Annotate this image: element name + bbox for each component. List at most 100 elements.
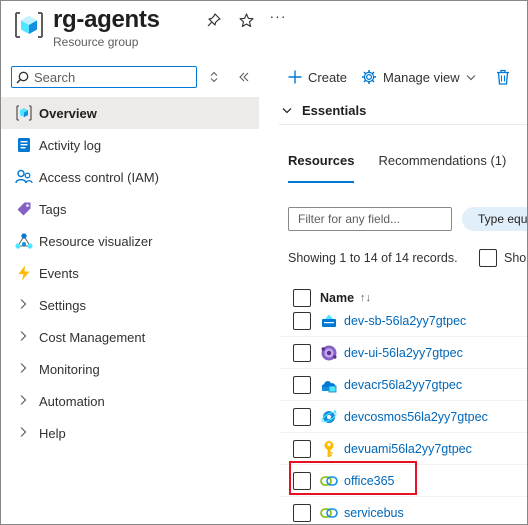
sidebar-item-label: Cost Management: [39, 329, 146, 345]
resource-link[interactable]: dev-ui-56la2yy7gtpec: [344, 346, 463, 360]
sidebar-item-label: Access control (IAM): [39, 169, 159, 185]
overview-icon: [15, 104, 33, 122]
table-row[interactable]: devacr56la2yy7gtpec: [279, 369, 527, 401]
sidebar-search[interactable]: [11, 66, 197, 88]
blade-header: rg-agents Resource group ···: [1, 1, 527, 57]
sort-toggle-icon[interactable]: [206, 69, 222, 85]
sidebar-item-label: Activity log: [39, 137, 102, 153]
chevron-right-icon: [19, 298, 29, 313]
pin-icon[interactable]: [205, 11, 223, 29]
resource-link[interactable]: dev-sb-56la2yy7gtpec: [344, 314, 466, 328]
activity-log-icon: [15, 136, 33, 154]
resource-link[interactable]: servicebus: [344, 506, 404, 520]
table-row[interactable]: dev-sb-56la2yy7gtpec: [279, 310, 527, 337]
plus-icon: [288, 70, 302, 84]
row-checkbox[interactable]: [293, 375, 311, 394]
sidebar-item-label: Settings: [39, 297, 86, 313]
table-row[interactable]: devcosmos56la2yy7gtpec: [279, 401, 527, 433]
table-row[interactable]: servicebus: [279, 497, 527, 524]
sidebar-item-label: Help: [39, 425, 66, 441]
row-checkbox[interactable]: [293, 439, 311, 458]
chevron-down-icon: [282, 107, 292, 113]
tab-resources[interactable]: Resources: [288, 153, 355, 183]
table-row[interactable]: office365: [279, 465, 527, 497]
sidebar-item-resource-visualizer[interactable]: Resource visualizer: [1, 225, 259, 257]
sidebar-item-label: Events: [39, 265, 79, 281]
sidebar-item-iam[interactable]: Access control (IAM): [1, 161, 259, 193]
iam-icon: [15, 168, 33, 186]
container-registry-icon: [320, 376, 338, 394]
type-filter-pill[interactable]: Type equ: [462, 207, 527, 231]
resource-link[interactable]: devuami56la2yy7gtpec: [344, 442, 472, 456]
tab-recommendations[interactable]: Recommendations (1): [378, 153, 506, 183]
sidebar-item-label: Automation: [39, 393, 105, 409]
essentials-toggle[interactable]: Essentials: [282, 101, 366, 119]
page-subtitle: Resource group: [53, 35, 139, 49]
row-checkbox[interactable]: [293, 471, 311, 490]
sidebar-item-monitoring[interactable]: Monitoring: [1, 353, 259, 385]
chevron-right-icon: [19, 330, 29, 345]
container-app-icon: [320, 344, 338, 362]
more-icon[interactable]: ···: [269, 7, 287, 25]
table-row[interactable]: devuami56la2yy7gtpec: [279, 433, 527, 465]
gear-icon: [362, 70, 377, 84]
sort-icon[interactable]: ↑↓: [360, 292, 371, 304]
sidebar-item-label: Monitoring: [39, 361, 100, 377]
sidebar-item-label: Tags: [39, 201, 67, 217]
show-hidden-label: Sho: [504, 251, 527, 265]
manage-view-label: Manage view: [383, 69, 460, 85]
sidebar-item-automation[interactable]: Automation: [1, 385, 259, 417]
command-bar: Create Manage view: [288, 67, 527, 87]
resource-group-icon: [15, 12, 43, 38]
cosmos-db-icon: [320, 408, 338, 426]
sidebar-item-label: Resource visualizer: [39, 233, 153, 249]
trash-icon: [496, 69, 509, 85]
chevron-right-icon: [19, 394, 29, 409]
managed-identity-icon: [320, 440, 338, 458]
delete-button[interactable]: [496, 69, 516, 85]
essentials-label: Essentials: [302, 102, 367, 118]
sidebar-item-help[interactable]: Help: [1, 417, 259, 449]
tag-icon: [15, 200, 33, 218]
sidebar-item-label: Overview: [39, 105, 97, 121]
row-checkbox[interactable]: [293, 407, 311, 426]
filter-input[interactable]: Filter for any field...: [288, 207, 452, 231]
sidebar-nav: Overview Activity log Access control (IA…: [1, 97, 259, 449]
chevron-right-icon: [19, 426, 29, 441]
create-label: Create: [308, 69, 348, 85]
events-icon: [15, 264, 33, 282]
name-column-header[interactable]: Name: [320, 291, 354, 305]
row-checkbox[interactable]: [293, 343, 311, 362]
resource-link[interactable]: office365: [344, 474, 395, 488]
row-checkbox[interactable]: [293, 311, 311, 330]
search-icon: [16, 71, 29, 84]
resource-group-blade: rg-agents Resource group ··· Overview: [0, 0, 528, 525]
row-checkbox[interactable]: [293, 503, 311, 522]
create-button[interactable]: Create: [288, 70, 347, 85]
manage-view-button[interactable]: Manage view: [361, 69, 482, 85]
sidebar-item-cost-management[interactable]: Cost Management: [1, 321, 259, 353]
collapse-sidebar-icon[interactable]: [236, 69, 252, 85]
page-title: rg-agents: [53, 6, 160, 33]
service-bus-namespace-icon: [320, 312, 338, 330]
resource-link[interactable]: devacr56la2yy7gtpec: [344, 378, 462, 392]
select-all-checkbox[interactable]: [293, 289, 311, 307]
sidebar-item-tags[interactable]: Tags: [1, 193, 259, 225]
show-hidden-checkbox[interactable]: [479, 249, 497, 267]
table-header: Name ↑↓: [293, 288, 371, 308]
api-connection-icon: [320, 472, 338, 490]
resource-link[interactable]: devcosmos56la2yy7gtpec: [344, 410, 488, 424]
sidebar-item-overview[interactable]: Overview: [1, 97, 259, 129]
records-summary: Showing 1 to 14 of 14 records.: [288, 251, 458, 265]
table-row[interactable]: dev-ui-56la2yy7gtpec: [279, 337, 527, 369]
chevron-down-icon: [466, 74, 476, 80]
resource-tabs: Resources Recommendations (1): [288, 153, 527, 183]
star-icon[interactable]: [237, 11, 255, 29]
chevron-right-icon: [19, 362, 29, 377]
sidebar-item-settings[interactable]: Settings: [1, 289, 259, 321]
divider: [279, 124, 527, 125]
sidebar-item-activity-log[interactable]: Activity log: [1, 129, 259, 161]
search-input[interactable]: [34, 68, 192, 86]
sidebar-item-events[interactable]: Events: [1, 257, 259, 289]
api-connection-icon: [320, 504, 338, 522]
